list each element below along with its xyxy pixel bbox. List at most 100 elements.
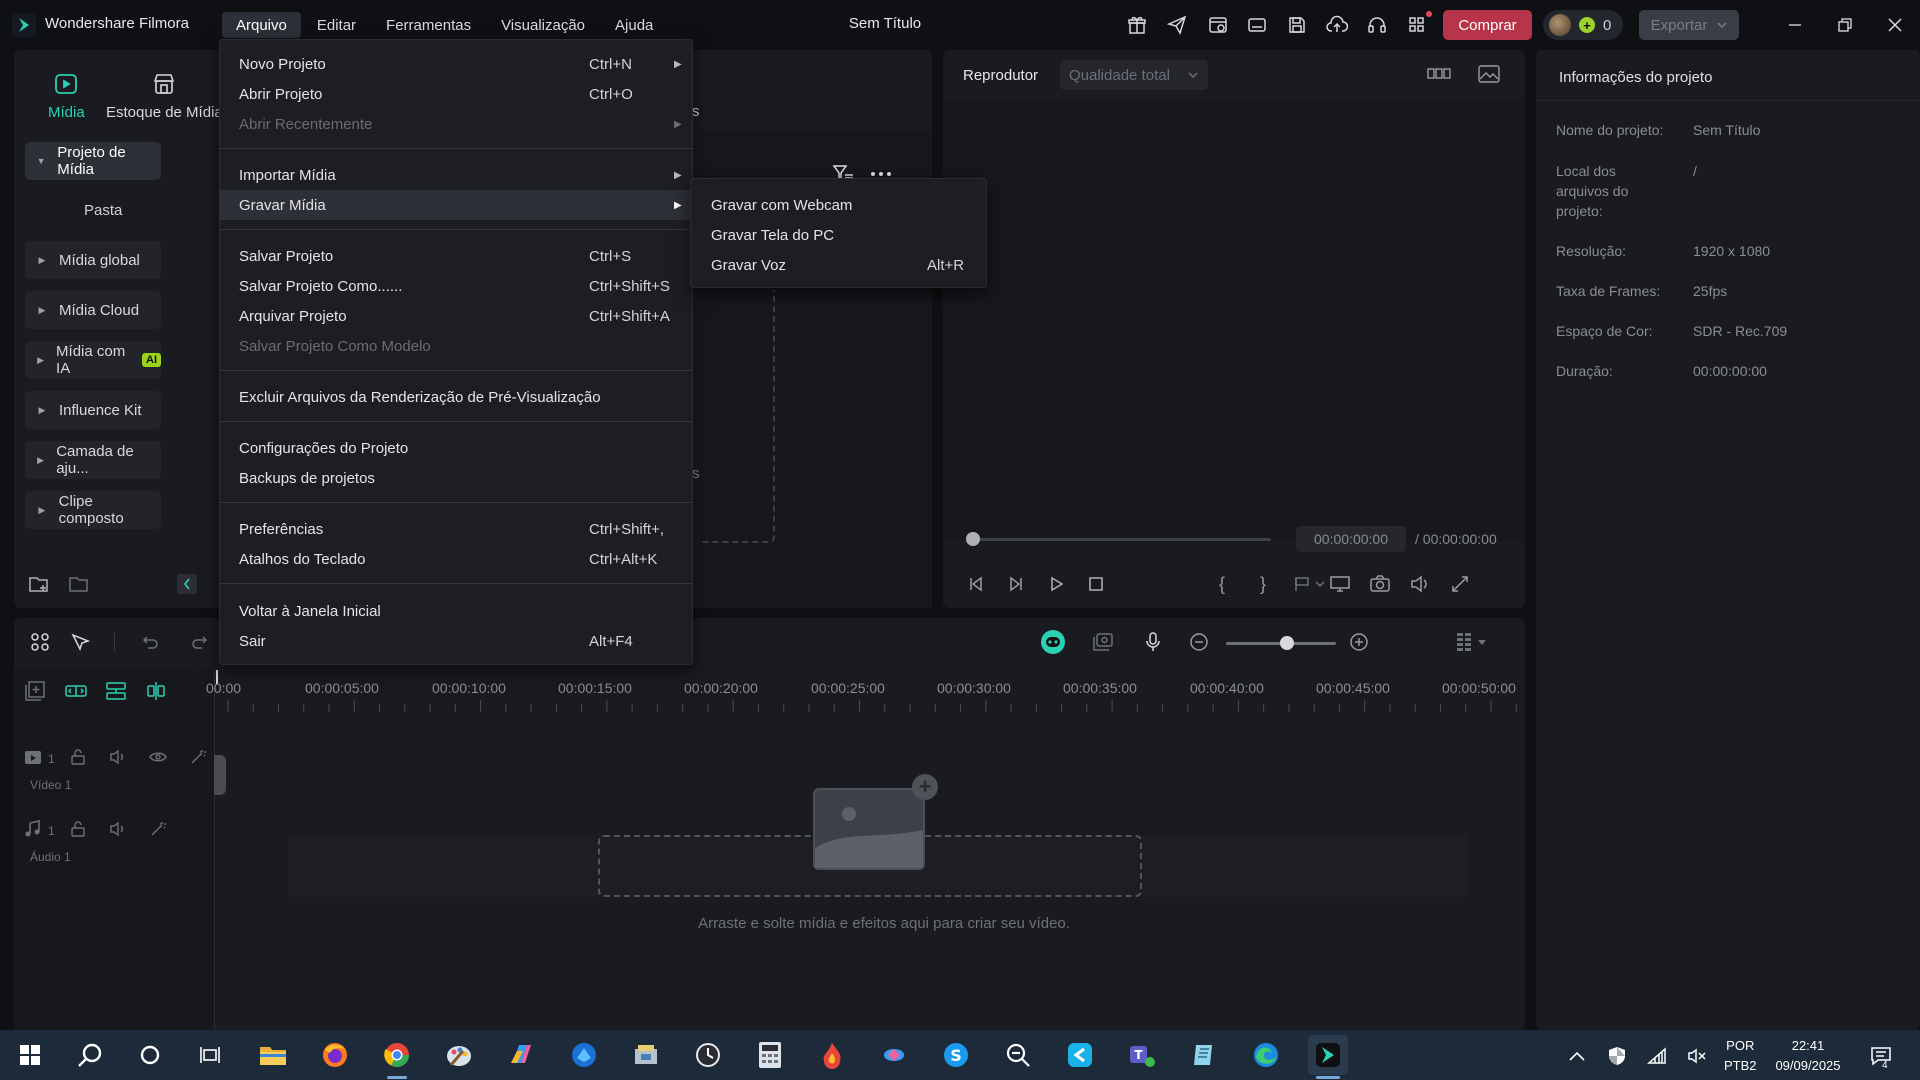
menu-ferramentas[interactable]: Ferramentas xyxy=(372,12,485,38)
select-tool-icon[interactable] xyxy=(66,628,94,656)
menu-item-excluir-renderizacao[interactable]: Excluir Arquivos da Renderização de Pré-… xyxy=(220,382,692,412)
playback-scrubber[interactable] xyxy=(971,538,1271,541)
minimize-icon[interactable] xyxy=(1782,13,1808,37)
new-folder-icon[interactable] xyxy=(28,573,50,595)
buy-button[interactable]: Comprar xyxy=(1443,10,1532,40)
chrome-icon[interactable] xyxy=(377,1035,417,1075)
ai-mascot-icon[interactable] xyxy=(1039,628,1067,656)
redo-icon[interactable] xyxy=(186,628,214,656)
wifi-icon[interactable] xyxy=(1646,1045,1668,1067)
menu-item-gravar-midia[interactable]: Gravar Mídia ▶ xyxy=(220,190,692,220)
menu-item-sair[interactable]: Sair Alt+F4 xyxy=(220,626,692,656)
mute-icon[interactable] xyxy=(109,820,129,840)
subtitle-icon[interactable] xyxy=(1245,13,1269,37)
volume-icon[interactable] xyxy=(1407,571,1433,597)
edge-icon[interactable] xyxy=(1246,1035,1286,1075)
link-clip-icon[interactable] xyxy=(64,680,88,702)
input-language[interactable]: POR PTB2 xyxy=(1724,1036,1757,1076)
filmora-taskbar-icon[interactable] xyxy=(1308,1035,1348,1075)
timeline-ruler[interactable]: 00:00 00:00:05:00 00:00:10:00 00:00:15:0… xyxy=(206,670,1525,730)
chevron-up-icon[interactable] xyxy=(1566,1045,1588,1067)
skype-icon[interactable]: S xyxy=(936,1035,976,1075)
save-icon[interactable] xyxy=(1285,13,1309,37)
quality-select[interactable]: Qualidade total xyxy=(1060,60,1208,90)
zoom-out-icon[interactable] xyxy=(1185,628,1213,656)
track-header-resize-handle[interactable] xyxy=(214,755,226,795)
layout-grid-icon[interactable] xyxy=(26,628,54,656)
apps-grid-icon[interactable] xyxy=(1405,11,1432,37)
folder-icon[interactable] xyxy=(68,573,90,595)
media-manager-icon[interactable] xyxy=(1206,13,1230,37)
menu-item-salvar-projeto[interactable]: Salvar Projeto Ctrl+S xyxy=(220,241,692,271)
microphone-icon[interactable] xyxy=(1139,628,1167,656)
menu-item-preferencias[interactable]: Preferências Ctrl+Shift+, xyxy=(220,514,692,544)
record-screen-icon[interactable] xyxy=(1089,628,1117,656)
sidebar-item-pasta[interactable]: Pasta xyxy=(84,202,122,219)
track-manager-icon[interactable] xyxy=(104,680,128,702)
add-media-icon[interactable]: + xyxy=(912,774,938,800)
menu-item-salvar-projeto-como[interactable]: Salvar Projeto Como...... Ctrl+Shift+S xyxy=(220,271,692,301)
search-icon[interactable] xyxy=(70,1035,110,1075)
grid-view-icon[interactable] xyxy=(1427,64,1451,86)
zoom-slider-handle[interactable] xyxy=(1279,636,1294,650)
magic-wand-icon[interactable] xyxy=(189,748,209,768)
mark-out-icon[interactable]: } xyxy=(1250,571,1276,597)
menu-item-gravar-voz[interactable]: Gravar Voz Alt+R xyxy=(691,250,986,280)
menu-item-abrir-projeto[interactable]: Abrir Projeto Ctrl+O xyxy=(220,79,692,109)
flame-app-icon[interactable] xyxy=(812,1035,852,1075)
sidebar-item-midia-cloud[interactable]: ▶ Mídia Cloud xyxy=(25,291,161,329)
security-shield-icon[interactable] xyxy=(1606,1045,1628,1067)
eye-icon[interactable] xyxy=(149,748,169,768)
cortana-icon[interactable] xyxy=(130,1035,170,1075)
fullscreen-icon[interactable] xyxy=(1447,571,1473,597)
current-time[interactable]: 00:00:00:00 xyxy=(1296,526,1406,552)
volume-muted-icon[interactable] xyxy=(1686,1045,1708,1067)
menu-arquivo[interactable]: Arquivo xyxy=(222,12,301,38)
calculator-icon[interactable] xyxy=(750,1035,790,1075)
menu-item-arquivar-projeto[interactable]: Arquivar Projeto Ctrl+Shift+A xyxy=(220,301,692,331)
teams-icon[interactable]: T xyxy=(1122,1035,1162,1075)
lock-icon[interactable] xyxy=(69,820,89,840)
preview-screen[interactable] xyxy=(943,100,1525,540)
camera-snapshot-icon[interactable] xyxy=(1367,571,1393,597)
menu-item-voltar-janela-inicial[interactable]: Voltar à Janela Inicial xyxy=(220,596,692,626)
credits-widget[interactable]: + 0 xyxy=(1543,10,1623,40)
sidebar-item-influence-kit[interactable]: ▶ Influence Kit xyxy=(25,391,161,429)
lock-icon[interactable] xyxy=(69,748,89,768)
magic-wand-icon[interactable] xyxy=(149,820,169,840)
photos-app-icon[interactable] xyxy=(874,1035,914,1075)
sidebar-item-midia-global[interactable]: ▶ Mídia global xyxy=(25,241,161,279)
file-explorer-icon[interactable] xyxy=(253,1035,293,1075)
snap-icon[interactable] xyxy=(144,680,168,702)
menu-ajuda[interactable]: Ajuda xyxy=(601,12,667,38)
copilot-icon[interactable] xyxy=(501,1035,541,1075)
add-track-icon[interactable] xyxy=(24,680,46,702)
magnifier-icon[interactable] xyxy=(998,1035,1038,1075)
system-clock[interactable]: 22:41 09/09/2025 xyxy=(1773,1036,1843,1076)
export-button[interactable]: Exportar xyxy=(1639,10,1739,40)
play-icon[interactable] xyxy=(1043,571,1069,597)
menu-item-gravar-webcam[interactable]: Gravar com Webcam xyxy=(691,190,986,220)
snapshot-view-icon[interactable] xyxy=(1477,64,1501,86)
send-icon[interactable] xyxy=(1165,13,1189,37)
capcut-icon[interactable] xyxy=(1060,1035,1100,1075)
mark-in-icon[interactable]: { xyxy=(1209,571,1235,597)
menu-item-configuracoes-projeto[interactable]: Configurações do Projeto xyxy=(220,433,692,463)
paint-icon[interactable] xyxy=(439,1035,479,1075)
tab-stock-media[interactable]: Estoque de Mídia xyxy=(106,70,223,121)
gift-icon[interactable] xyxy=(1125,13,1149,37)
menu-item-novo-projeto[interactable]: Novo Projeto Ctrl+N ▶ xyxy=(220,49,692,79)
sidebar-item-projeto-de-midia[interactable]: ▼ Projeto de Mídia xyxy=(25,142,161,180)
sidebar-item-clipe-composto[interactable]: ▶ Clipe composto xyxy=(25,491,161,529)
firefox-icon[interactable] xyxy=(315,1035,355,1075)
mute-icon[interactable] xyxy=(109,748,129,768)
menu-item-backups-projetos[interactable]: Backups de projetos xyxy=(220,463,692,493)
tab-media[interactable]: Mídia xyxy=(48,70,85,121)
installer-icon[interactable] xyxy=(626,1035,666,1075)
previous-frame-icon[interactable] xyxy=(963,571,989,597)
notepad-icon[interactable] xyxy=(1184,1035,1224,1075)
notification-center-icon[interactable] xyxy=(1870,1045,1892,1067)
zoom-in-icon[interactable] xyxy=(1345,628,1373,656)
collapse-sidebar-button[interactable] xyxy=(177,574,197,594)
avatar[interactable] xyxy=(1549,14,1571,36)
